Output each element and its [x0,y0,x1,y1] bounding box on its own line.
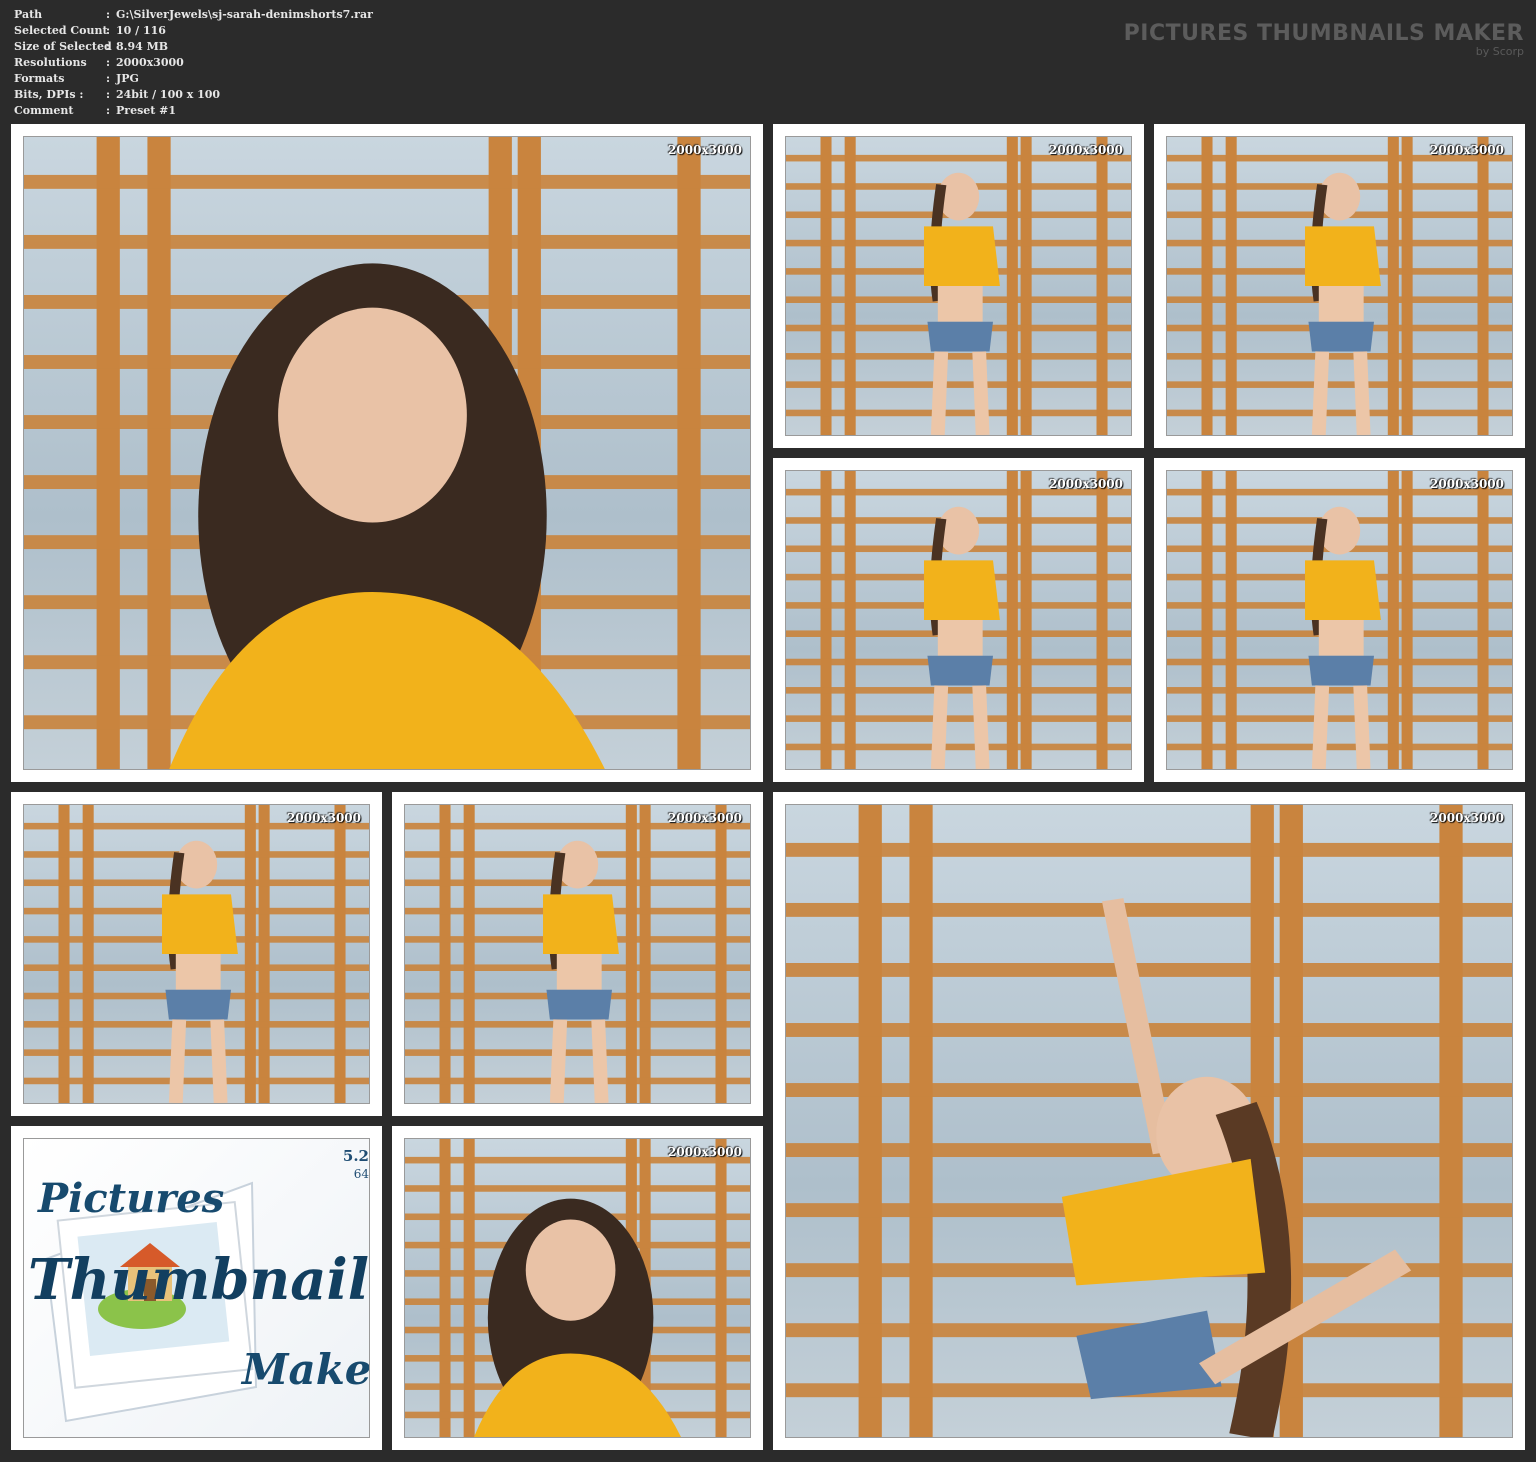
info-key: Size of Selected [14,40,112,53]
info-key: Path [14,8,43,21]
resolution-label: 2000x3000 [1049,143,1123,157]
file-info-panel: Path: G:\SilverJewels\sj-sarah-denimshort… [14,7,373,119]
thumbnail-photo: 2000x3000 [404,804,751,1104]
info-row-comment: Comment: Preset #1 [14,103,373,119]
info-row-size: Size of Selected:8.94 MB [14,39,373,55]
thumbnail-5[interactable]: 2000x3000 [1154,458,1525,782]
photo-scene [1167,137,1512,435]
resolution-label: 2000x3000 [1049,477,1123,491]
thumbnail-3[interactable]: 2000x3000 [1154,124,1525,448]
thumbnail-6[interactable]: 2000x3000 [11,792,382,1116]
thumbnail-photo: 2000x3000 [23,804,370,1104]
info-row-formats: Formats: JPG [14,71,373,87]
logo-tile: 5.2 64 Pictures Thumbnail Maker [11,1126,382,1450]
thumbnail-9[interactable]: 2000x3000 [392,1126,763,1450]
photo-scene [405,1139,750,1437]
info-value: 24bit / 100 x 100 [116,88,221,101]
resolution-label: 2000x3000 [668,143,742,157]
thumbnail-4[interactable]: 2000x3000 [773,458,1144,782]
info-row-path: Path: G:\SilverJewels\sj-sarah-denimshort… [14,7,373,23]
photo-scene [786,805,1512,1437]
info-row-bits-dpis: Bits, DPIs ::24bit / 100 x 100 [14,87,373,103]
thumbnail-photo: 2000x3000 [1166,470,1513,770]
resolution-label: 2000x3000 [668,1145,742,1159]
photo-scene [24,137,750,769]
info-separator: : [106,40,111,53]
resolution-label: 2000x3000 [287,811,361,825]
logo-word-thumbnails: Thumbnail [28,1247,370,1313]
info-separator: : [106,24,111,37]
info-value: 8.94 MB [116,40,169,53]
photo-scene [786,137,1131,435]
thumbnail-photo: 2000x3000 [785,136,1132,436]
info-value: 2000x3000 [116,56,184,69]
photo-scene [1167,471,1512,769]
photo-scene [24,805,369,1103]
info-value: JPG [116,72,139,85]
info-key: Comment [14,104,74,117]
thumbnail-photo: 2000x3000 [785,470,1132,770]
info-separator: : [106,8,111,21]
info-value: 10 / 116 [116,24,166,37]
brand-subtitle: by Scorp [1475,45,1524,58]
thumbnail-1[interactable]: 2000x3000 [11,124,763,782]
info-separator: : [106,88,111,101]
thumbnail-7[interactable]: 2000x3000 [392,792,763,1116]
info-key: Selected Count [14,24,108,37]
brand-watermark: PICTURES THUMBNAILS MAKER by Scorp [1124,22,1524,58]
photo-scene [405,805,750,1103]
logo-version: 5.2 [342,1147,369,1165]
logo-word-maker: Maker [242,1345,370,1394]
info-key: Formats [14,72,65,85]
info-row-resolutions: Resolutions:2000x3000 [14,55,373,71]
info-value: G:\SilverJewels\sj-sarah-denimshorts7.ra… [116,8,373,21]
thumbnail-photo: 2000x3000 [404,1138,751,1438]
brand-title: PICTURES THUMBNAILS MAKER [1123,21,1524,46]
info-separator: : [106,72,111,85]
photo-scene [786,471,1131,769]
thumbnail-8[interactable]: 2000x3000 [773,792,1525,1450]
info-key: Resolutions [14,56,87,69]
thumbnail-photo: 2000x3000 [785,804,1513,1438]
info-separator: : [106,56,111,69]
info-key: Bits, DPIs : [14,88,84,101]
logo-bits: 64 [353,1167,369,1181]
resolution-label: 2000x3000 [668,811,742,825]
resolution-label: 2000x3000 [1430,477,1504,491]
thumbnail-2[interactable]: 2000x3000 [773,124,1144,448]
info-row-selected-count: Selected Count:10 / 116 [14,23,373,39]
info-value: Preset #1 [116,104,177,117]
thumbnail-photo: 2000x3000 [23,136,751,770]
logo-image: 5.2 64 Pictures Thumbnail Maker [23,1138,370,1438]
resolution-label: 2000x3000 [1430,811,1504,825]
logo-word-pictures: Pictures [38,1175,225,1222]
thumbnail-photo: 2000x3000 [1166,136,1513,436]
info-separator: : [106,104,111,117]
resolution-label: 2000x3000 [1430,143,1504,157]
